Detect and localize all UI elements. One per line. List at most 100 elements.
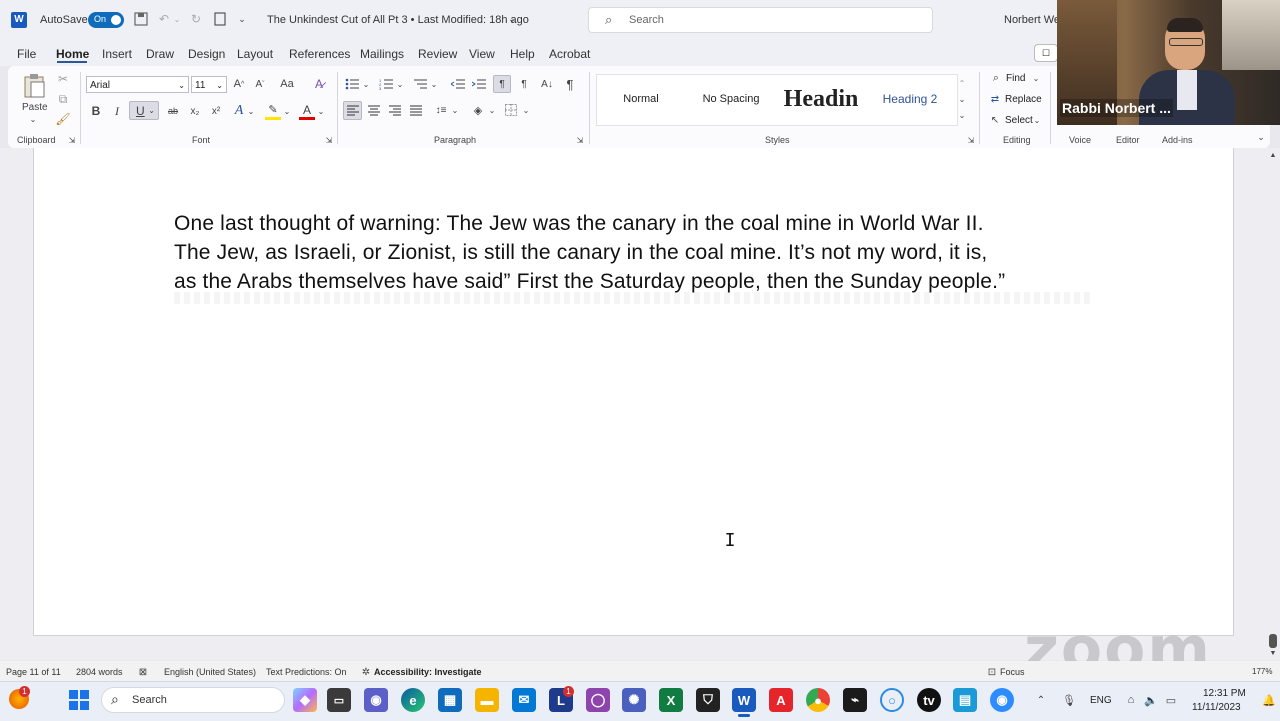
bullets-dropdown-icon[interactable]: ⌄ <box>362 78 370 90</box>
accessibility-status[interactable]: Accessibility: Investigate <box>374 667 482 677</box>
accessibility-icon[interactable]: ✲ <box>359 665 373 679</box>
scroll-up-icon[interactable]: ▲ <box>1267 150 1279 160</box>
video-app-icon[interactable]: ▤ <box>953 688 977 712</box>
network-icon[interactable]: ⌂ <box>1124 692 1138 708</box>
text-effects-dropdown-icon[interactable]: ⌄ <box>247 105 255 117</box>
tab-insert[interactable]: Insert <box>102 47 132 61</box>
bold-icon[interactable]: B <box>89 103 103 119</box>
customize-qat-icon[interactable]: ⌄ <box>236 11 248 27</box>
tab-acrobat[interactable]: Acrobat <box>549 47 590 61</box>
focus-icon[interactable]: ⊡ <box>985 665 999 679</box>
styles-scroll-down-icon[interactable]: ⌄ <box>956 92 968 106</box>
word-logo-icon[interactable]: W <box>11 12 27 28</box>
tab-mailings[interactable]: Mailings <box>360 47 404 61</box>
focus-label[interactable]: Focus <box>1000 667 1025 677</box>
proofing-icon[interactable]: ⊠ <box>136 665 150 679</box>
shield-app-icon[interactable]: ⛉ <box>696 688 720 712</box>
copy-icon[interactable]: ⧉ <box>56 92 70 106</box>
replace-icon[interactable]: ⇄ <box>988 92 1002 106</box>
superscript-icon[interactable]: x² <box>208 103 224 119</box>
cut-icon[interactable]: ✂ <box>56 72 70 86</box>
mail-icon[interactable]: ✉ <box>512 688 536 712</box>
highlight-dropdown-icon[interactable]: ⌄ <box>283 105 291 117</box>
tab-home[interactable]: Home <box>56 47 89 61</box>
chrome-icon[interactable]: ● <box>806 688 830 712</box>
teams-chat-icon[interactable]: ◉ <box>364 688 388 712</box>
app-purple-icon[interactable]: ◯ <box>586 688 610 712</box>
bullets-icon[interactable] <box>344 76 360 92</box>
word-count[interactable]: 2804 words <box>76 667 123 677</box>
input-language[interactable]: ENG <box>1090 695 1112 706</box>
edge-icon[interactable]: e <box>401 688 425 712</box>
style-heading-1[interactable]: Headin <box>776 78 866 120</box>
clock-date[interactable]: 11/11/2023 <box>1192 702 1241 713</box>
addins-group-label[interactable]: Add-ins <box>1162 135 1193 145</box>
document-line-1[interactable]: One last thought of warning: The Jew was… <box>174 212 984 236</box>
paste-dropdown-icon[interactable]: ⌄ <box>28 114 38 124</box>
shading-icon[interactable]: ◈ <box>469 102 487 118</box>
microphone-icon[interactable]: 🎙 <box>1062 692 1076 708</box>
styles-more-icon[interactable]: ⌄ <box>956 108 968 122</box>
styles-launcher-icon[interactable]: ⇲ <box>966 135 976 145</box>
increase-indent-icon[interactable] <box>471 76 487 92</box>
decrease-indent-icon[interactable] <box>450 76 466 92</box>
find-icon[interactable]: ⌕ <box>989 71 1003 85</box>
taskbar-search[interactable]: ⌕ Search <box>101 687 285 713</box>
paragraph-launcher-icon[interactable]: ⇲ <box>575 135 585 145</box>
italic-icon[interactable]: I <box>110 103 124 119</box>
tab-review[interactable]: Review <box>418 47 457 61</box>
change-case-icon[interactable]: Aa <box>275 76 299 92</box>
comments-button[interactable]: ☐ <box>1034 44 1058 62</box>
volume-icon[interactable]: 🔈 <box>1144 692 1158 708</box>
font-color-dropdown-icon[interactable]: ⌄ <box>317 105 325 117</box>
font-family-select[interactable]: Arial ⌄ <box>86 76 189 93</box>
scroll-down-icon[interactable]: ▼ <box>1267 648 1279 658</box>
read-mode-icon[interactable] <box>212 11 228 27</box>
file-explorer-icon[interactable]: ▬ <box>475 688 499 712</box>
shading-dropdown-icon[interactable]: ⌄ <box>488 104 496 116</box>
save-icon[interactable] <box>133 11 149 27</box>
text-effects-icon[interactable]: A <box>231 103 247 119</box>
clear-formatting-icon[interactable]: A̷ <box>311 76 327 92</box>
multilevel-dropdown-icon[interactable]: ⌄ <box>430 78 438 90</box>
tab-help[interactable]: Help <box>510 47 535 61</box>
undo-icon[interactable]: ↶ <box>156 11 172 27</box>
document-line-2[interactable]: The Jew, as Israeli, or Zionist, is stil… <box>174 241 987 265</box>
start-windows-icon[interactable] <box>69 690 89 710</box>
tab-design[interactable]: Design <box>188 47 225 61</box>
strikethrough-icon[interactable]: ab <box>165 103 181 119</box>
tab-draw[interactable]: Draw <box>146 47 174 61</box>
select-label[interactable]: Select <box>1005 115 1033 126</box>
grow-font-icon[interactable]: A ^ <box>231 76 247 92</box>
show-marks-icon[interactable]: ¶ <box>562 76 578 92</box>
text-predictions-status[interactable]: Text Predictions: On <box>266 667 347 677</box>
multilevel-list-icon[interactable] <box>412 76 428 92</box>
search-box[interactable]: ⌕ Search <box>588 7 933 33</box>
collapse-ribbon-icon[interactable]: ⌄ <box>1254 130 1268 144</box>
paste-icon[interactable] <box>22 72 46 100</box>
tray-chevron-icon[interactable]: ⌃ <box>1034 692 1048 708</box>
page-count[interactable]: Page 11 of 11 <box>6 667 61 677</box>
editor-group-label[interactable]: Editor <box>1116 135 1140 145</box>
borders-icon[interactable] <box>503 102 519 118</box>
style-normal[interactable]: Normal <box>600 78 682 120</box>
voice-group-label[interactable]: Voice <box>1069 135 1091 145</box>
excel-icon[interactable]: X <box>659 688 683 712</box>
tab-view[interactable]: View <box>469 47 495 61</box>
tv-app-icon[interactable]: tv <box>917 688 941 712</box>
task-view-icon[interactable]: ▭ <box>327 688 351 712</box>
font-color-icon[interactable]: A <box>299 102 315 120</box>
numbering-dropdown-icon[interactable]: ⌄ <box>396 78 404 90</box>
scroll-thumb[interactable] <box>1269 634 1277 648</box>
highlight-icon[interactable]: ✎ <box>265 102 281 120</box>
clipboard-launcher-icon[interactable]: ⇲ <box>67 135 77 145</box>
borders-dropdown-icon[interactable]: ⌄ <box>522 104 530 116</box>
title-chevron-icon[interactable]: ⌄ <box>506 12 518 26</box>
align-right-icon[interactable] <box>387 102 403 118</box>
zoom-level[interactable]: 177% <box>1252 667 1272 676</box>
store-icon[interactable]: ▦ <box>438 688 462 712</box>
paste-label[interactable]: Paste <box>22 102 48 113</box>
participant-video[interactable]: Rabbi Norbert ... <box>1057 0 1280 125</box>
tab-file[interactable]: File <box>17 47 36 61</box>
select-icon[interactable]: ↖ <box>988 113 1002 127</box>
